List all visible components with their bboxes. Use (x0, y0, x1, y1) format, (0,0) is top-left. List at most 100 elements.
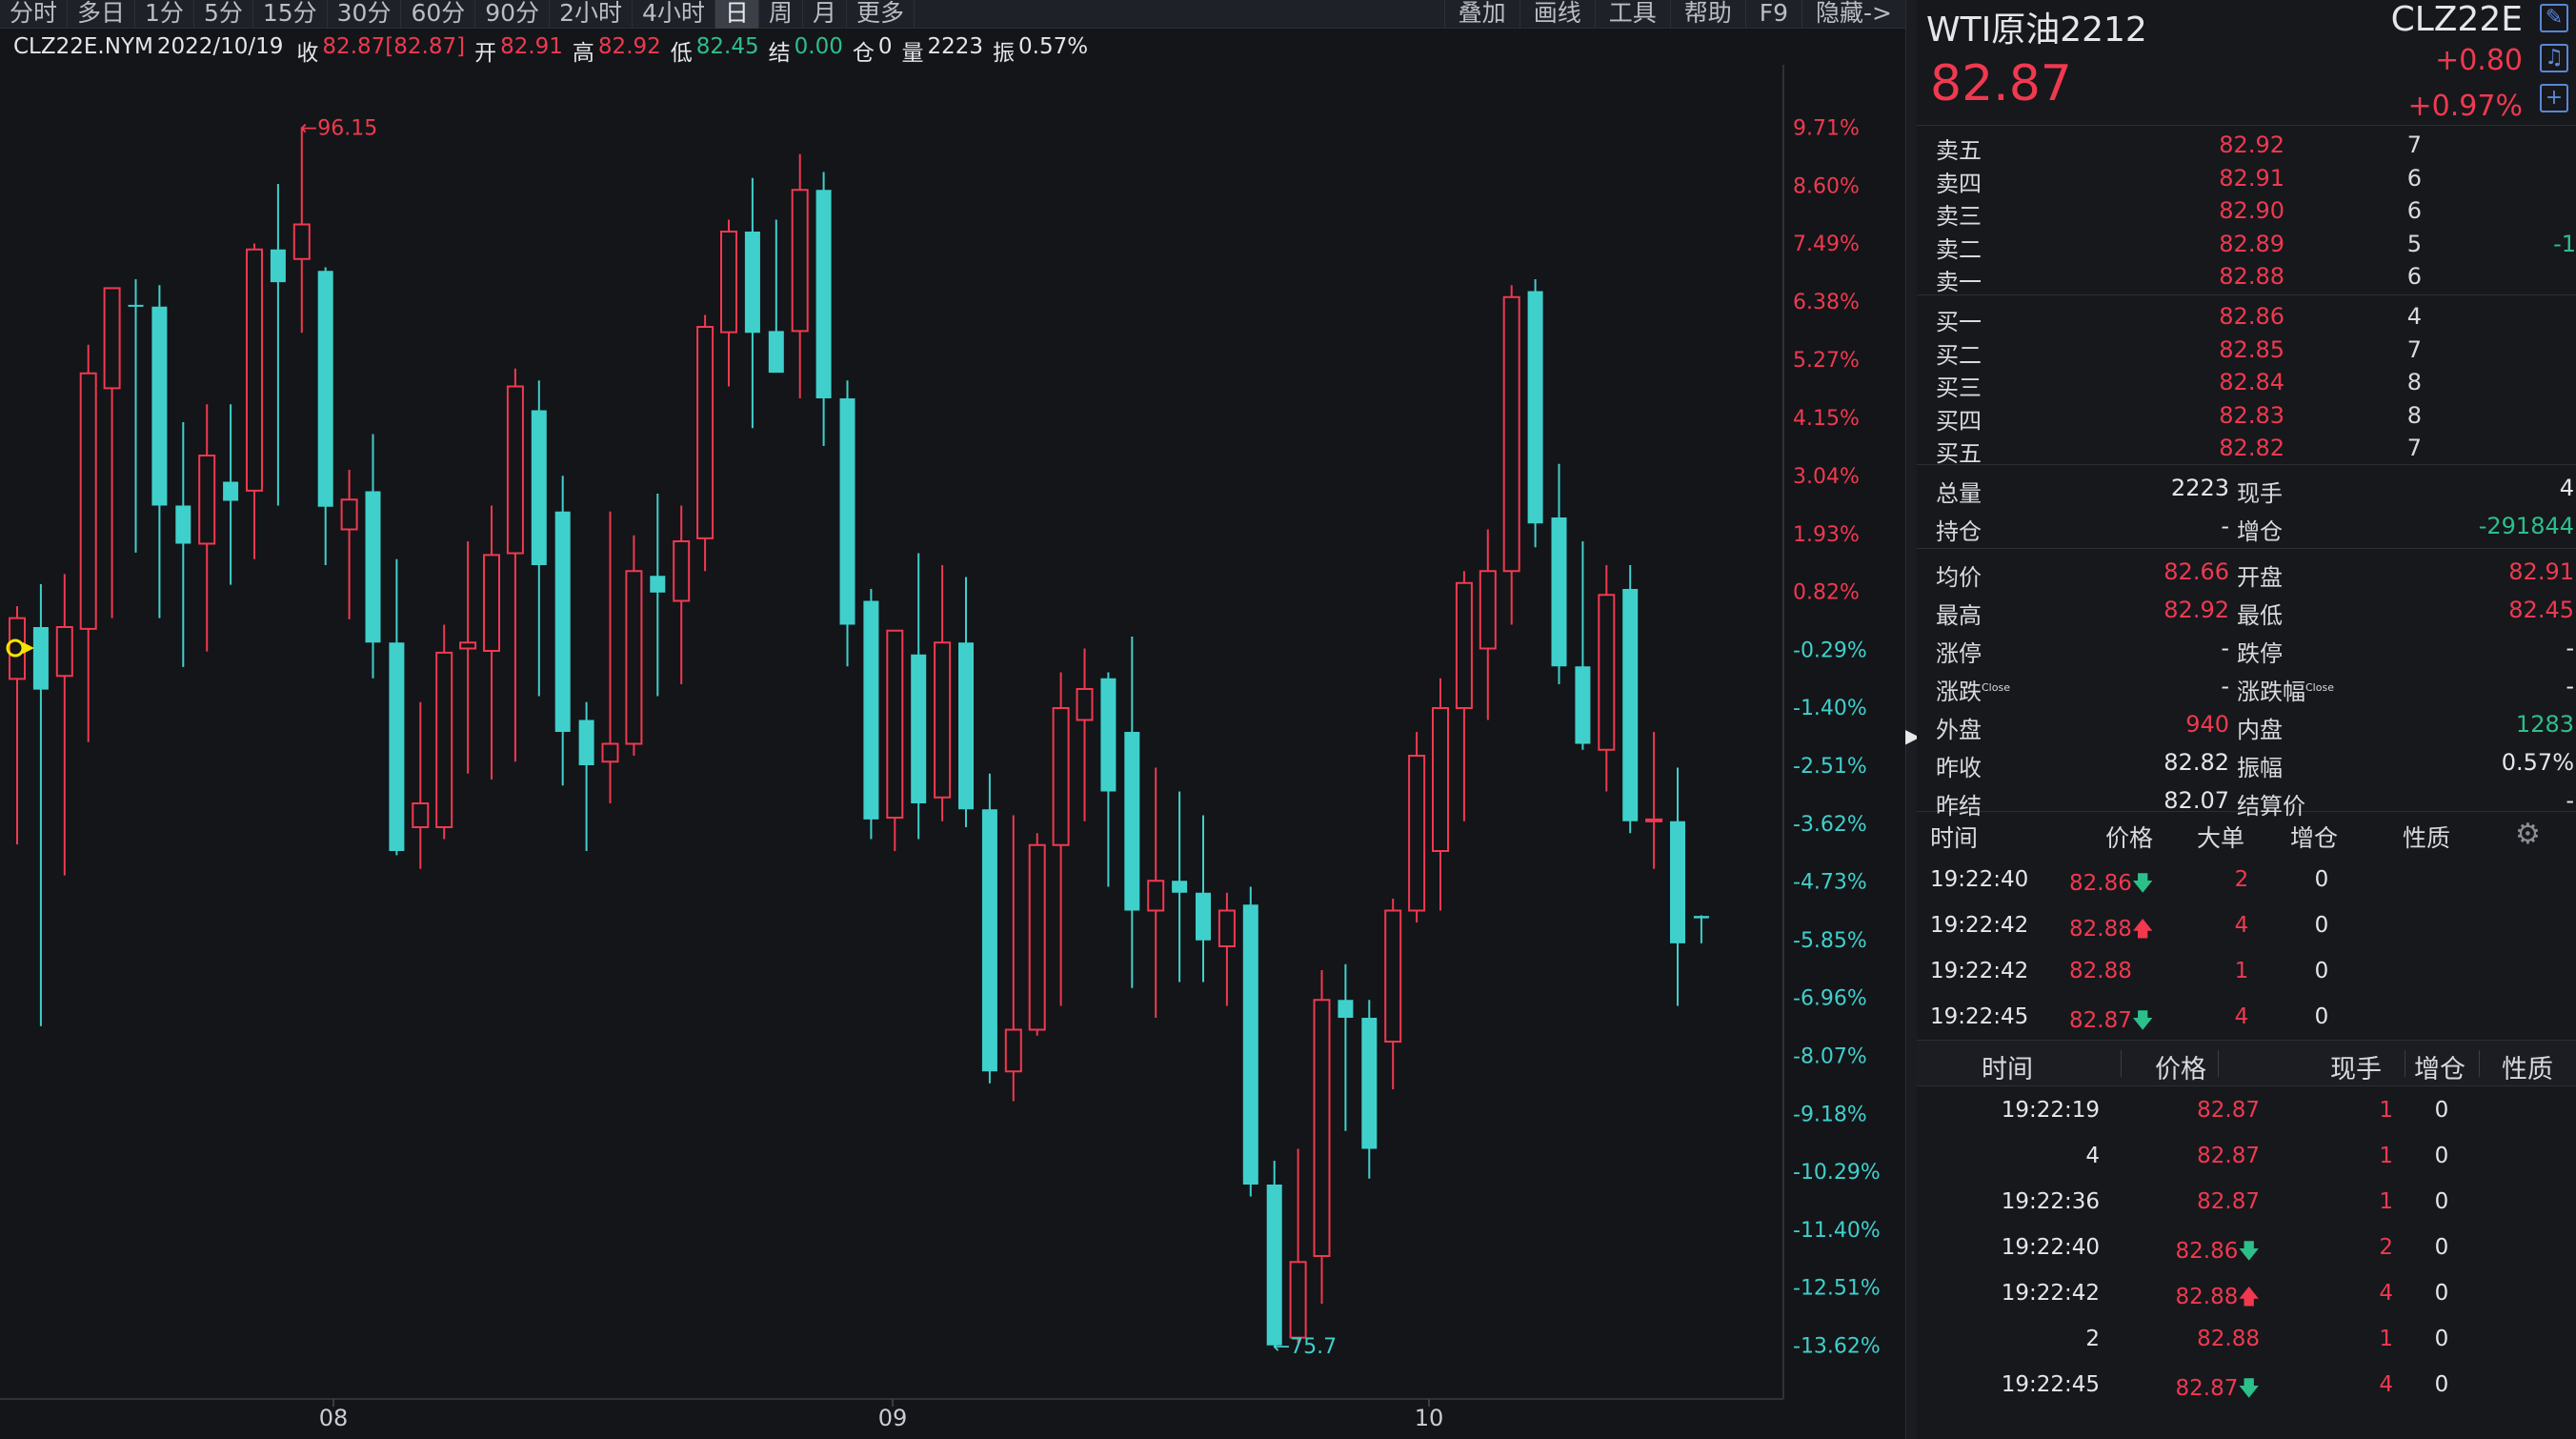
candle-body-up (198, 455, 216, 545)
period-tabs: 分时 多日 1分 5分 15分 30分 60分 90分 2小时 4小时日周月更多 (0, 0, 915, 29)
ask-book: 卖五 82.92 7 卖四 82.91 6 卖三 82.90 6 卖二 82.89 5 -1 卖一 82.8… (1917, 126, 2576, 295)
stat-value: 4 (2559, 475, 2574, 501)
ask-row[interactable]: 卖五 82.92 7 (1917, 128, 2576, 164)
tick-time: 19:22:45 (1930, 1004, 2029, 1029)
bid-row[interactable]: 买四 82.83 8 (1917, 398, 2576, 435)
period-tab-13[interactable]: 更多 (847, 0, 915, 29)
tick-price: 82.86🡇 (2069, 867, 2153, 903)
candle-body-up (103, 287, 121, 390)
candle-body-down (1266, 1185, 1282, 1346)
bid-volume: 7 (2406, 335, 2422, 363)
candle-body-up (412, 802, 430, 828)
tool-tab-1[interactable]: 画线 (1519, 0, 1595, 29)
price-change: +0.80 (2435, 44, 2523, 77)
col-time: 时间 (1982, 1055, 2033, 1084)
add-icon[interactable]: + (2540, 84, 2568, 112)
tool-tab-3[interactable]: 帮助 (1669, 0, 1745, 29)
y-tick-label: -5.85% (1793, 929, 1867, 953)
edit-icon[interactable]: ✎ (2540, 4, 2568, 32)
candle-body-down (270, 249, 286, 283)
stat-value: 82.82 (2163, 749, 2229, 776)
volume-stats: 总量 2223 现手 4 持仓 - 增仓 -291844 (1917, 465, 2576, 549)
period-tab-12[interactable]: 月 (803, 0, 847, 29)
candle-body-down (578, 720, 594, 765)
tick-row: 4 82.87 1 0 (1917, 1132, 2576, 1178)
bid-row[interactable]: 买一 82.86 4 (1917, 299, 2576, 335)
arrow-down-icon: 🡇 (2131, 1009, 2154, 1033)
period-tab-2[interactable]: 1分 (135, 0, 194, 29)
candle-body-up (1598, 594, 1616, 751)
candle-body-down (531, 410, 547, 565)
tool-tabs: 叠加 画线 工具 帮助 F9 隐藏-> (1443, 0, 1905, 29)
candle-body-down (863, 600, 879, 820)
candle-body-down (1172, 881, 1188, 893)
tool-tab-0[interactable]: 叠加 (1443, 0, 1519, 29)
candlestick-chart[interactable]: 9.71% 8.60% 7.49% 6.38% 5.27% 4.15% 3.04% 1.93%… (0, 65, 1905, 1439)
chart-canvas[interactable]: 9.71% 8.60% 7.49% 6.38% 5.27% 4.15% 3.04% 1.93%… (0, 65, 1905, 1439)
info-open-label: 开 (474, 41, 497, 66)
period-tab-0[interactable]: 分时 (0, 0, 69, 29)
candle-body-up (1028, 843, 1046, 1031)
ask-row[interactable]: 卖一 82.88 6 (1917, 259, 2576, 295)
candle-body-up (1289, 1261, 1307, 1339)
ask-volume: 6 (2406, 164, 2422, 192)
candle-body-up (1645, 818, 1663, 822)
tick-hand: 2 (2379, 1235, 2393, 1260)
arrow-down-icon: 🡇 (2238, 1240, 2260, 1264)
candle-body-down (1575, 666, 1591, 744)
period-tab-9[interactable]: 4小时 (633, 0, 715, 29)
stat-label-text: 持仓 (1936, 518, 1982, 545)
alert-bell-icon[interactable]: ♫ (2540, 44, 2568, 72)
collapse-arrow-icon[interactable]: ▶ (1905, 724, 1920, 747)
tool-tab-4[interactable]: F9 (1744, 0, 1801, 29)
x-tick-label: 10 (1415, 1405, 1444, 1431)
period-tab-10[interactable]: 日 (714, 0, 759, 29)
arrow-up-icon: 🡅 (2238, 1286, 2260, 1309)
bid-row[interactable]: 买五 82.82 7 (1917, 431, 2576, 467)
tool-tab-2[interactable]: 工具 (1594, 0, 1670, 29)
candle-body-down (1242, 904, 1258, 1185)
bid-row[interactable]: 买二 82.85 7 (1917, 333, 2576, 369)
stat-value: - (2221, 635, 2229, 661)
tool-tab-5[interactable]: 隐藏-> (1801, 0, 1905, 29)
y-tick-label: 9.71% (1793, 117, 1860, 141)
candle-body-down (175, 505, 191, 544)
info-open-value: 82.91 (500, 34, 563, 59)
stat-row: 均价 82.66 开盘 82.91 (1917, 553, 2576, 591)
panel-divider[interactable] (1905, 0, 1917, 1439)
arrow-up-icon: 🡅 (2131, 918, 2154, 942)
period-tab-5[interactable]: 30分 (328, 0, 402, 29)
candle-body-down (1670, 821, 1685, 943)
stat-sup: Close (2305, 681, 2334, 694)
stat-value: -291844 (2478, 513, 2574, 539)
stat-row: 最高 82.92 最低 82.45 (1917, 591, 2576, 629)
tick-list-header: 时间 价格 现手 增仓 性质 (1917, 1041, 2576, 1086)
period-tab-8[interactable]: 2小时 (550, 0, 633, 29)
chart-toolbar: 分时 多日 1分 5分 15分 30分 60分 90分 2小时 4小时日周月更多 叠加 画线 工具 帮助… (0, 0, 1905, 29)
stat-label-text: 跌停 (2237, 640, 2283, 667)
stat-value: 82.66 (2163, 558, 2229, 585)
bid-row[interactable]: 买三 82.84 8 (1917, 365, 2576, 401)
stat-label-text: 开盘 (2237, 564, 2283, 591)
price-change-pct: +0.97% (2407, 90, 2523, 123)
ask-row[interactable]: 卖三 82.90 6 (1917, 193, 2576, 230)
candle-body-up (673, 540, 691, 602)
ask-row[interactable]: 卖二 82.89 5 -1 (1917, 227, 2576, 263)
info-amp-label: 振 (993, 41, 1016, 66)
period-tab-4[interactable]: 15分 (253, 0, 328, 29)
period-tab-6[interactable]: 60分 (401, 0, 476, 29)
gear-icon[interactable]: ⚙ (2515, 818, 2541, 851)
low-annotation: ←75.7 (1273, 1335, 1337, 1359)
candle-body-up (1384, 909, 1402, 1043)
period-tab-3[interactable]: 5分 (194, 0, 253, 29)
period-tab-7[interactable]: 90分 (475, 0, 551, 29)
y-tick-label: -13.62% (1793, 1335, 1881, 1359)
ask-row[interactable]: 卖四 82.91 6 (1917, 161, 2576, 197)
tick-oi: 0 (2314, 1004, 2329, 1029)
period-tab-1[interactable]: 多日 (68, 0, 136, 29)
stat-label-text: 涨停 (1936, 640, 1982, 667)
info-oi-value: 0 (877, 34, 893, 59)
period-tab-11[interactable]: 周 (759, 0, 803, 29)
ask-volume: 6 (2406, 263, 2422, 290)
tick-price: 82.87 (2145, 1189, 2260, 1214)
